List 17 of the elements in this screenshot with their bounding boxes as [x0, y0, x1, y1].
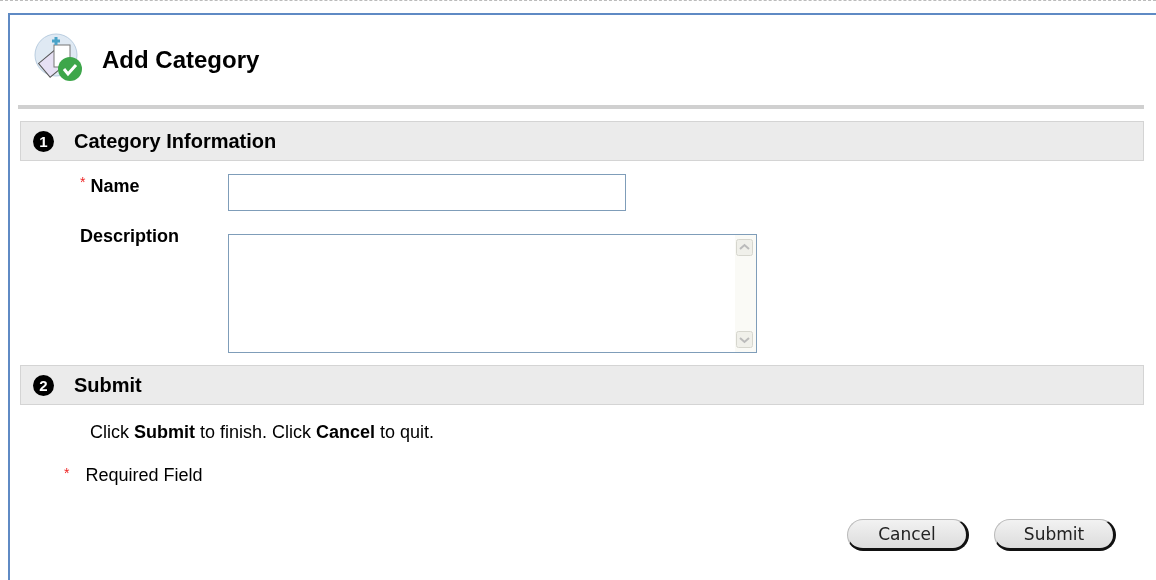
required-mark: *: [80, 174, 86, 190]
page-title: Add Category: [102, 46, 260, 74]
scroll-down-icon[interactable]: [736, 331, 753, 348]
legend-text: Required Field: [85, 465, 203, 486]
name-input[interactable]: [228, 174, 626, 211]
field-label: Name: [90, 175, 140, 197]
description-textarea[interactable]: [228, 234, 757, 353]
field-label: Description: [80, 225, 180, 247]
cancel-button[interactable]: Cancel: [847, 519, 969, 551]
required-mark: *: [64, 465, 70, 481]
instruction-text: Click Submit to finish. Click Cancel to quit.: [90, 422, 436, 443]
submit-button[interactable]: Submit: [994, 519, 1116, 551]
section-title: Category Information: [74, 129, 277, 153]
section-title: Submit: [74, 373, 142, 397]
scroll-up-icon[interactable]: [736, 239, 753, 256]
step-number: 2: [33, 374, 54, 396]
step-number: 1: [33, 130, 54, 152]
